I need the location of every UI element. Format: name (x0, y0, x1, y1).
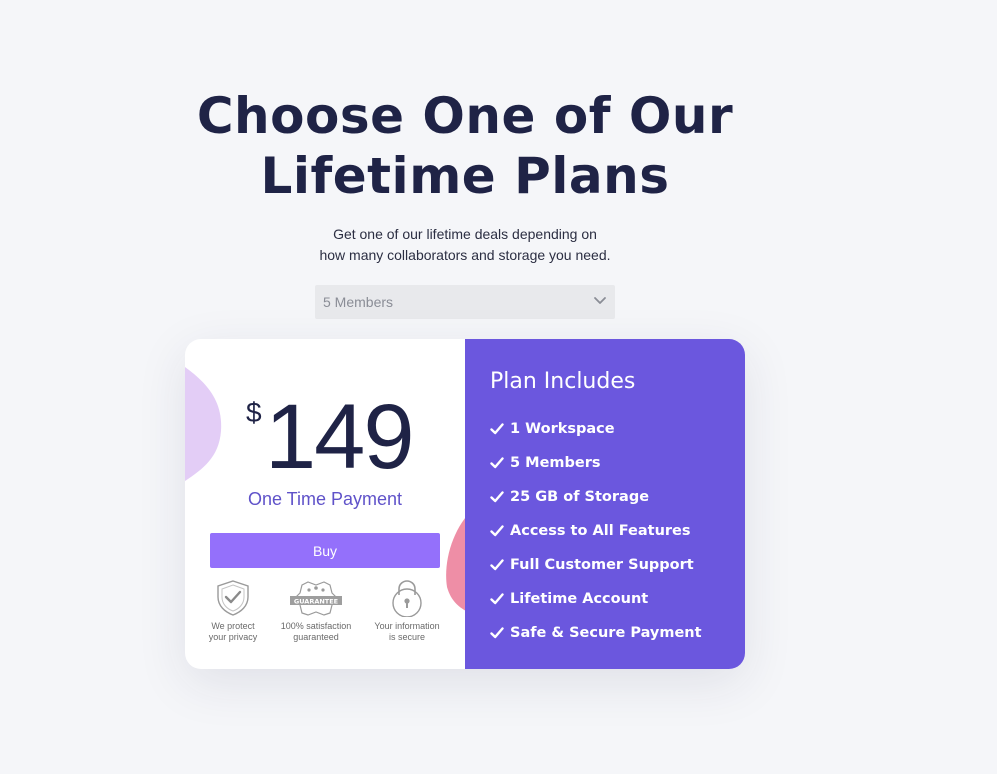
plan-includes-title: Plan Includes (490, 369, 636, 394)
page-title-line-1: Choose One of Our (196, 87, 734, 145)
check-icon (490, 525, 504, 537)
padlock-icon (392, 580, 422, 617)
satisfaction-badge-line-1: 100% satisfaction (280, 621, 352, 631)
satisfaction-badge: GUARANTEE 100% satisfaction guaranteed (276, 579, 356, 643)
plan-feature-label: Lifetime Account (510, 591, 649, 607)
page-title-line-2: Lifetime Plans (260, 147, 670, 205)
plan-feature-item: Safe & Secure Payment (490, 625, 702, 659)
plan-feature-label: Access to All Features (510, 523, 691, 539)
check-icon (490, 627, 504, 639)
secure-info-badge-line-1: Your information (374, 621, 440, 631)
buy-button[interactable]: Buy (210, 533, 440, 568)
payment-type-label: One Time Payment (247, 489, 403, 509)
subtitle-line-1: Get one of our lifetime deals depending … (333, 226, 597, 242)
plan-feature-item: 1 Workspace (490, 421, 702, 455)
page-subtitle: Get one of our lifetime deals depending … (0, 224, 930, 266)
price-currency: $ (246, 397, 262, 428)
satisfaction-badge-caption: 100% satisfaction guaranteed (276, 621, 356, 643)
plan-feature-label: 5 Members (510, 455, 601, 471)
plan-feature-label: 1 Workspace (510, 421, 615, 437)
secure-info-badge-caption: Your information is secure (367, 621, 447, 643)
chevron-down-icon (594, 297, 606, 304)
pricing-card: $ 149 One Time Payment Buy We protect yo… (185, 339, 745, 669)
satisfaction-badge-line-2: guaranteed (293, 632, 339, 642)
plan-feature-label: 25 GB of Storage (510, 489, 650, 505)
plan-feature-item: 5 Members (490, 455, 702, 489)
check-icon (490, 593, 504, 605)
check-icon (490, 491, 504, 503)
price-amount: 149 (265, 386, 414, 488)
check-icon (490, 559, 504, 571)
guarantee-seal-icon: GUARANTEE (290, 581, 342, 616)
secure-info-badge: Your information is secure (367, 579, 447, 643)
plan-includes-panel: Plan Includes 1 Workspace 5 Members 25 G… (465, 339, 745, 669)
plan-feature-item: 25 GB of Storage (490, 489, 702, 523)
check-icon (490, 457, 504, 469)
subtitle-line-2: how many collaborators and storage you n… (319, 247, 611, 263)
members-select-value: 5 Members (323, 294, 394, 310)
secure-info-badge-line-2: is secure (388, 632, 425, 642)
guarantee-seal-text: GUARANTEE (294, 598, 338, 606)
shield-check-icon (217, 580, 249, 616)
plan-feature-label: Full Customer Support (510, 557, 694, 573)
plan-feature-item: Full Customer Support (490, 557, 702, 591)
privacy-badge-caption: We protect your privacy (193, 621, 273, 643)
members-select[interactable]: 5 Members (315, 285, 615, 319)
plan-features-list: 1 Workspace 5 Members 25 GB of Storage A… (490, 421, 702, 659)
plan-feature-item: Lifetime Account (490, 591, 702, 625)
check-icon (490, 423, 504, 435)
plan-feature-label: Safe & Secure Payment (510, 625, 702, 641)
page-title: Choose One of Our Lifetime Plans (0, 86, 930, 206)
privacy-badge: We protect your privacy (193, 579, 273, 643)
plan-feature-item: Access to All Features (490, 523, 702, 557)
privacy-badge-line-1: We protect (211, 621, 255, 631)
privacy-badge-line-2: your privacy (208, 632, 258, 642)
